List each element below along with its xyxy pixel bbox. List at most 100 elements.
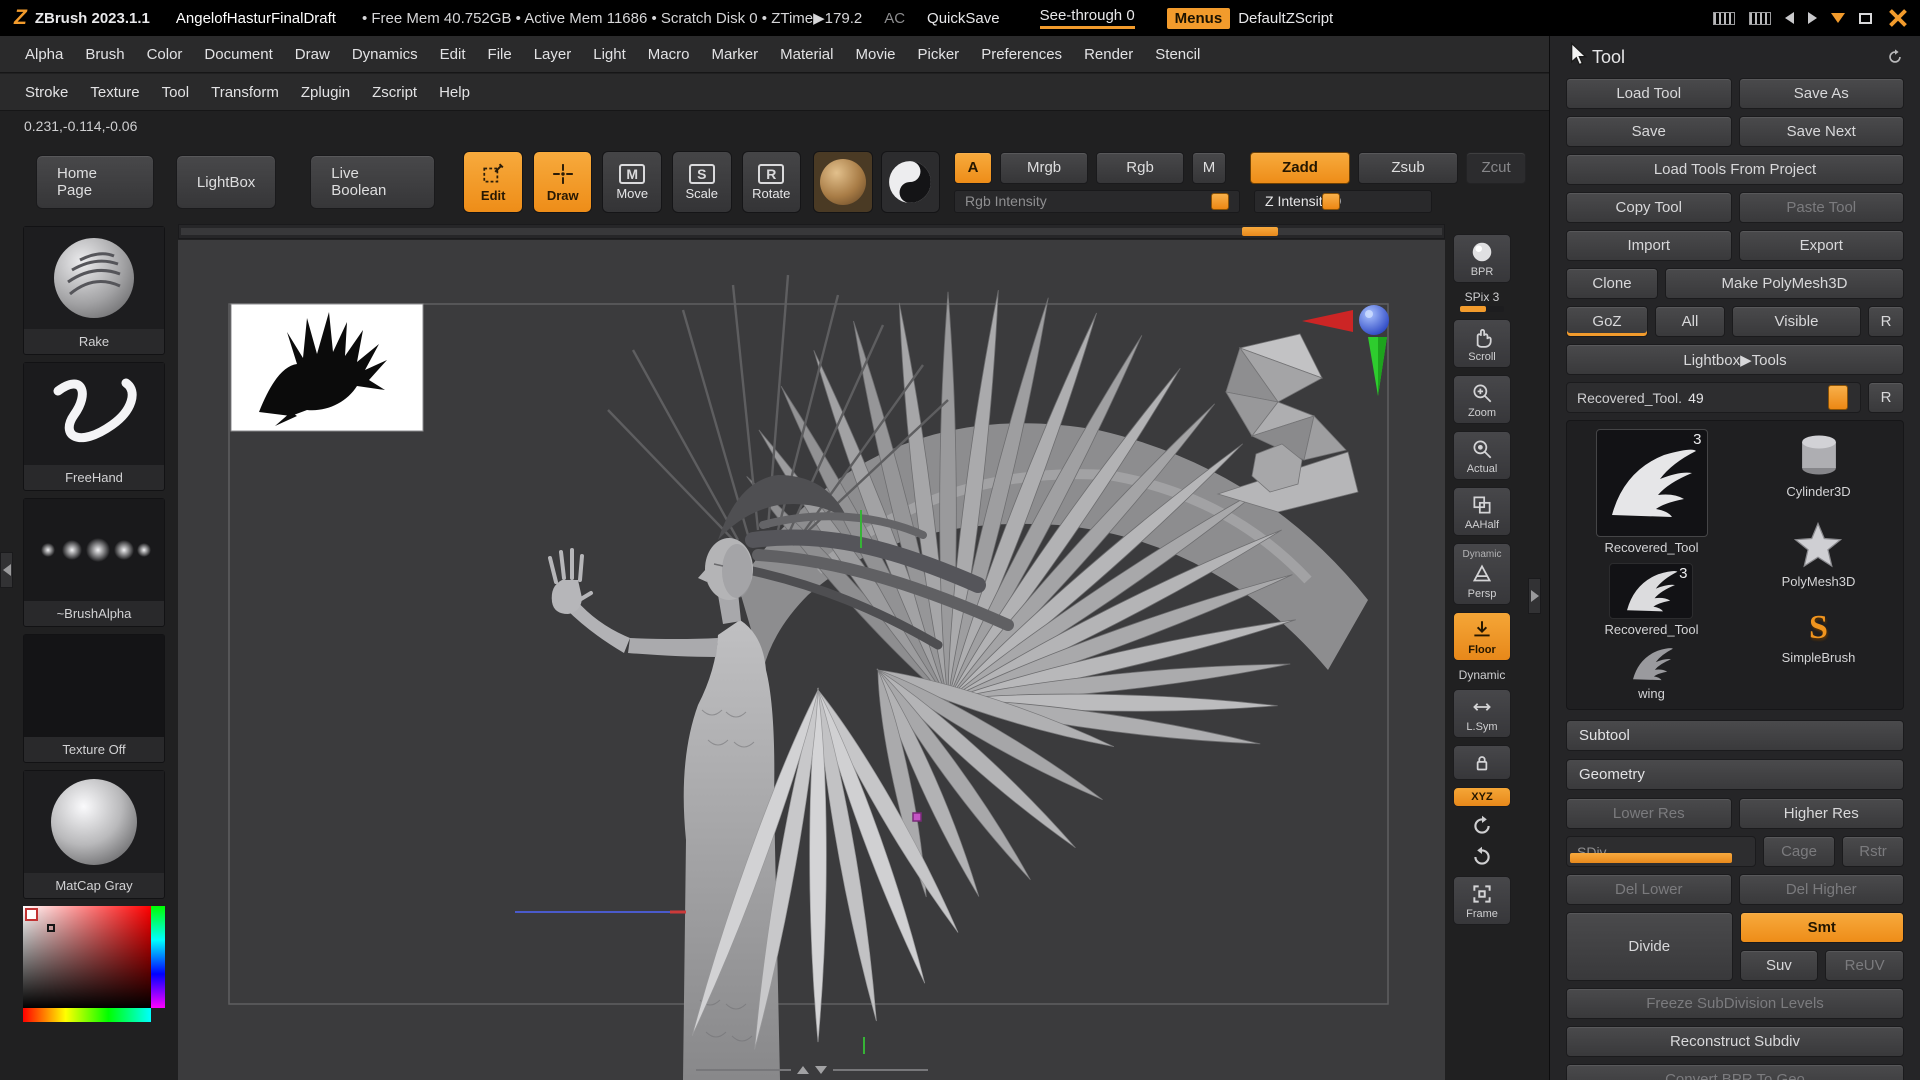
live-boolean-button[interactable]: Live Boolean (310, 155, 436, 209)
tool-item-recovered2[interactable]: 3 Recovered_Tool (1605, 563, 1698, 637)
zoom-button[interactable]: Zoom (1453, 375, 1511, 424)
menu-item-stencil[interactable]: Stencil (1144, 46, 1211, 63)
export-button[interactable]: Export (1738, 230, 1904, 261)
frame-button[interactable]: Frame (1453, 876, 1511, 925)
minimize-ui-icon[interactable] (1831, 13, 1845, 23)
m-button[interactable]: M (1192, 151, 1227, 184)
save-button[interactable]: Save (1566, 116, 1732, 147)
menu-item-brush[interactable]: Brush (74, 46, 135, 63)
menu-item-zplugin[interactable]: Zplugin (290, 84, 361, 101)
hue-strip-vertical[interactable] (151, 906, 165, 1008)
lightbox-tools-button[interactable]: Lightbox▶Tools (1566, 344, 1904, 375)
lightbox-button[interactable]: LightBox (175, 155, 277, 209)
save-as-button[interactable]: Save As (1738, 78, 1904, 109)
tool-item-simplebrush[interactable]: S SimpleBrush (1782, 609, 1856, 665)
see-through-slider[interactable]: See-through 0 (1039, 7, 1135, 29)
rgb-intensity-thumb[interactable] (1210, 192, 1229, 210)
menu-item-dynamics[interactable]: Dynamics (341, 46, 429, 63)
menu-item-marker[interactable]: Marker (700, 46, 769, 63)
tray-collapse-right[interactable] (1528, 578, 1541, 614)
stroke-selector[interactable]: FreeHand (23, 362, 165, 491)
goz-r-button[interactable]: R (1868, 306, 1904, 337)
close-icon[interactable] (1886, 6, 1910, 30)
z-intensity-slider[interactable]: Z Intensity 9 (1254, 189, 1433, 213)
mrgb-button[interactable]: Mrgb (1000, 151, 1089, 184)
menu-item-movie[interactable]: Movie (844, 46, 906, 63)
tool-item-cylinder3d[interactable]: Cylinder3D (1786, 429, 1851, 499)
cage-button[interactable]: Cage (1763, 836, 1835, 867)
xyz-button[interactable]: XYZ (1453, 787, 1511, 807)
menu-item-color[interactable]: Color (136, 46, 194, 63)
tool-item-selected[interactable]: 3 Recovered_Tool (1595, 429, 1708, 555)
zsub-button[interactable]: Zsub (1358, 151, 1459, 184)
z-intensity-thumb[interactable] (1321, 192, 1340, 210)
rgb-button[interactable]: Rgb (1096, 151, 1185, 184)
refresh-icon[interactable] (1886, 48, 1904, 66)
menu-item-preferences[interactable]: Preferences (970, 46, 1073, 63)
higher-res-button[interactable]: Higher Res (1738, 798, 1904, 829)
alpha-selector[interactable]: ~BrushAlpha (23, 498, 165, 627)
slider-r-button[interactable]: R (1868, 382, 1904, 413)
reuv-button[interactable]: ReUV (1825, 950, 1904, 981)
goz-all-button[interactable]: All (1655, 306, 1725, 337)
menu-item-file[interactable]: File (477, 46, 523, 63)
floor-button[interactable]: Floor (1453, 612, 1511, 661)
goz-visible-button[interactable]: Visible (1732, 306, 1861, 337)
menu-item-help[interactable]: Help (428, 84, 481, 101)
edit-button[interactable]: Edit (463, 151, 523, 213)
save-next-button[interactable]: Save Next (1738, 116, 1904, 147)
lower-res-button[interactable]: Lower Res (1566, 798, 1732, 829)
keyboard-toggle-icon[interactable] (1749, 11, 1771, 25)
menus-toggle-button[interactable]: Menus (1166, 7, 1231, 29)
aahalf-button[interactable]: AAHalf (1453, 487, 1511, 536)
rotate-button[interactable]: R Rotate (741, 151, 802, 213)
spix-slider[interactable]: SPix 3 (1453, 290, 1511, 312)
scale-button[interactable]: S Scale (671, 151, 732, 213)
paste-tool-button[interactable]: Paste Tool (1738, 192, 1904, 223)
recovered-tool-slider[interactable]: Recovered_Tool. 49 (1566, 382, 1861, 413)
load-tool-button[interactable]: Load Tool (1566, 78, 1732, 109)
actual-button[interactable]: Actual (1453, 431, 1511, 480)
hue-strip-horizontal[interactable] (23, 1008, 151, 1022)
menu-item-document[interactable]: Document (193, 46, 283, 63)
load-tools-from-project-button[interactable]: Load Tools From Project (1566, 154, 1904, 185)
material-preview-primary[interactable] (813, 151, 873, 213)
menu-item-material[interactable]: Material (769, 46, 844, 63)
material-selector[interactable]: MatCap Gray (23, 770, 165, 899)
nav-axis-gizmo[interactable] (1302, 305, 1389, 396)
lsym-button[interactable]: L.Sym (1453, 689, 1511, 738)
menu-item-light[interactable]: Light (582, 46, 637, 63)
menu-item-texture[interactable]: Texture (79, 84, 150, 101)
saturation-value-area[interactable] (23, 906, 151, 1008)
brush-selector[interactable]: Rake (23, 226, 165, 355)
convert-bpr-button[interactable]: Convert BPR To Geo (1566, 1064, 1904, 1080)
tray-collapse-left[interactable] (0, 552, 13, 588)
texture-selector[interactable]: Texture Off (23, 634, 165, 763)
scroll-button[interactable]: Scroll (1453, 319, 1511, 368)
menu-item-alpha[interactable]: Alpha (14, 46, 74, 63)
menu-item-picker[interactable]: Picker (907, 46, 971, 63)
scroll-down-icon[interactable] (814, 1066, 827, 1074)
sdiv-slider[interactable]: SDiv (1566, 836, 1756, 867)
menu-item-layer[interactable]: Layer (523, 46, 583, 63)
menu-item-draw[interactable]: Draw (284, 46, 341, 63)
recovered-tool-slider-thumb[interactable] (1827, 385, 1848, 410)
subtool-section-bar[interactable]: Subtool (1566, 720, 1904, 751)
sculpt-viewport[interactable] (178, 240, 1445, 1080)
menu-item-macro[interactable]: Macro (637, 46, 701, 63)
scrollbar-thumb[interactable] (1241, 227, 1278, 236)
bpr-button[interactable]: BPR (1453, 234, 1511, 283)
default-zscript-button[interactable]: DefaultZScript (1238, 10, 1333, 27)
home-page-button[interactable]: Home Page (36, 155, 154, 209)
menu-item-tool[interactable]: Tool (151, 84, 201, 101)
spin-left-button[interactable] (1453, 814, 1511, 838)
tool-panel-header[interactable]: Tool (1566, 36, 1904, 78)
dock-left-icon[interactable] (1785, 12, 1794, 24)
restore-window-icon[interactable] (1859, 12, 1872, 24)
a-mode-button[interactable]: A (954, 151, 993, 184)
import-button[interactable]: Import (1566, 230, 1732, 261)
make-polymesh3d-button[interactable]: Make PolyMesh3D (1665, 268, 1904, 299)
zadd-button[interactable]: Zadd (1250, 151, 1351, 184)
rgb-intensity-slider[interactable]: Rgb Intensity (954, 189, 1241, 213)
color-picker[interactable] (23, 906, 165, 1022)
